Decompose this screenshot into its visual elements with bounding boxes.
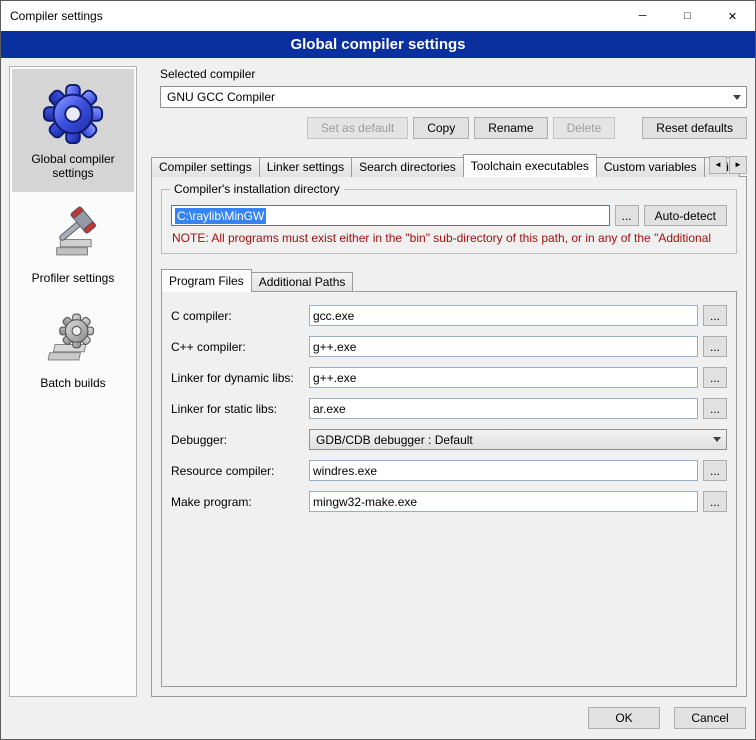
c-compiler-input[interactable]: gcc.exe [309,305,698,326]
copy-button[interactable]: Copy [413,117,469,139]
minimize-button[interactable]: ─ [620,1,665,31]
installation-directory-value: C:\raylib\MinGW [175,208,266,224]
cpp-compiler-browse-button[interactable]: ... [703,336,727,357]
sidebar-item-batch-builds[interactable]: Batch builds [12,297,134,402]
c-compiler-label: C compiler: [171,309,309,323]
resource-compiler-row: Resource compiler: windres.exe ... [171,460,727,481]
installation-directory-browse-button[interactable]: ... [615,205,639,226]
sidebar-item-label: Global compiler settings [16,152,130,180]
compiler-settings-dialog: Compiler settings ─ □ ✕ Global compiler … [0,0,756,740]
cpp-compiler-input[interactable]: g++.exe [309,336,698,357]
dialog-header: Global compiler settings [1,31,755,58]
c-compiler-row: C compiler: gcc.exe ... [171,305,727,326]
compiler-select[interactable]: GNU GCC Compiler [160,86,747,108]
settings-category-sidebar: Global compiler settings Profiler settin… [9,66,137,697]
c-compiler-browse-button[interactable]: ... [703,305,727,326]
reset-defaults-button[interactable]: Reset defaults [642,117,747,139]
set-as-default-button: Set as default [307,117,408,139]
make-program-input[interactable]: mingw32-make.exe [309,491,698,512]
dialog-body: Global compiler settings Profiler settin… [1,58,755,703]
dynamic-linker-row: Linker for dynamic libs: g++.exe ... [171,367,727,388]
tab-program-files[interactable]: Program Files [161,269,252,292]
tab-custom-variables[interactable]: Custom variables [596,157,705,177]
tab-search-directories[interactable]: Search directories [351,157,464,177]
settings-tabstrip: Compiler settings Linker settings Search… [151,154,747,177]
caption-buttons: ─ □ ✕ [620,1,755,31]
dynamic-linker-value: g++.exe [313,371,356,385]
sidebar-item-label: Batch builds [40,376,105,390]
static-linker-label: Linker for static libs: [171,402,309,416]
cpp-compiler-label: C++ compiler: [171,340,309,354]
installation-directory-input[interactable]: C:\raylib\MinGW [171,205,610,226]
main-area: Selected compiler GNU GCC Compiler Set a… [147,66,747,697]
dialog-footer: OK Cancel [1,703,755,739]
window-title: Compiler settings [1,9,103,23]
sidebar-item-global-compiler-settings[interactable]: Global compiler settings [12,69,134,192]
installation-directory-group: Compiler's installation directory C:\ray… [161,189,737,254]
gear-blue-icon [42,83,104,145]
make-program-value: mingw32-make.exe [313,495,417,509]
resource-compiler-label: Resource compiler: [171,464,309,478]
toolchain-executables-panel: Compiler's installation directory C:\ray… [151,176,747,697]
batch-builds-gear-icon [44,311,102,369]
c-compiler-value: gcc.exe [313,309,354,323]
selected-compiler-label: Selected compiler [160,67,747,81]
chevron-down-icon [727,87,746,107]
tab-toolchain-executables[interactable]: Toolchain executables [463,154,597,177]
make-program-browse-button[interactable]: ... [703,491,727,512]
tab-scroll-buttons: ◄ ► [709,156,747,174]
debugger-row: Debugger: GDB/CDB debugger : Default [171,429,727,450]
maximize-button[interactable]: □ [665,1,710,31]
make-program-label: Make program: [171,495,309,509]
make-program-row: Make program: mingw32-make.exe ... [171,491,727,512]
resource-compiler-browse-button[interactable]: ... [703,460,727,481]
cpp-compiler-row: C++ compiler: g++.exe ... [171,336,727,357]
installation-directory-legend: Compiler's installation directory [170,182,344,196]
static-linker-input[interactable]: ar.exe [309,398,698,419]
static-linker-browse-button[interactable]: ... [703,398,727,419]
static-linker-value: ar.exe [313,402,346,416]
debugger-label: Debugger: [171,433,309,447]
static-linker-row: Linker for static libs: ar.exe ... [171,398,727,419]
dynamic-linker-input[interactable]: g++.exe [309,367,698,388]
resource-compiler-input[interactable]: windres.exe [309,460,698,481]
delete-button: Delete [553,117,616,139]
cancel-button[interactable]: Cancel [674,707,746,729]
auto-detect-button[interactable]: Auto-detect [644,205,727,226]
dynamic-linker-browse-button[interactable]: ... [703,367,727,388]
close-button[interactable]: ✕ [710,1,755,31]
tab-additional-paths[interactable]: Additional Paths [251,272,354,292]
chevron-down-icon [707,430,726,449]
debugger-select[interactable]: GDB/CDB debugger : Default [309,429,727,450]
sidebar-item-profiler-settings[interactable]: Profiler settings [12,192,134,297]
debugger-select-value: GDB/CDB debugger : Default [316,433,473,447]
profiler-gavel-icon [44,206,102,264]
program-files-panel: C compiler: gcc.exe ... C++ compiler: g+… [161,291,737,687]
dynamic-linker-label: Linker for dynamic libs: [171,371,309,385]
installation-directory-row: C:\raylib\MinGW ... Auto-detect [171,205,727,226]
rename-button[interactable]: Rename [474,117,547,139]
titlebar: Compiler settings ─ □ ✕ [1,1,755,31]
cpp-compiler-value: g++.exe [313,340,356,354]
bin-subdirectory-note: NOTE: All programs must exist either in … [172,231,726,245]
sidebar-item-label: Profiler settings [32,271,115,285]
resource-compiler-value: windres.exe [313,464,377,478]
tab-compiler-settings[interactable]: Compiler settings [151,157,260,177]
ok-button[interactable]: OK [588,707,660,729]
tab-scroll-right-button[interactable]: ► [729,156,747,174]
compiler-select-value: GNU GCC Compiler [167,90,275,104]
tab-scroll-left-button[interactable]: ◄ [709,156,727,174]
program-files-tabstrip: Program Files Additional Paths [161,270,737,292]
tab-linker-settings[interactable]: Linker settings [259,157,352,177]
compiler-action-buttons: Set as default Copy Rename Delete Reset … [160,117,747,139]
